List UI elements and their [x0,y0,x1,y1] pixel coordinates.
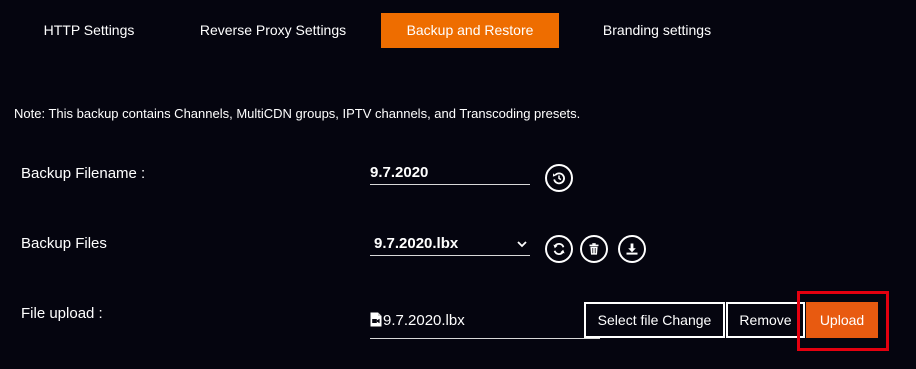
upload-highlight-box [797,291,889,351]
tab-http-settings[interactable]: HTTP Settings [20,13,158,48]
refresh-icon [553,243,565,255]
backup-filename-value: 9.7.2020 [370,164,429,181]
file-upload-field[interactable]: 9.7.2020.lbx [370,304,600,339]
backup-note: Note: This backup contains Channels, Mul… [14,106,581,121]
settings-tabs: HTTP Settings Reverse Proxy Settings Bac… [0,13,916,48]
download-icon [626,243,638,255]
backup-filename-input[interactable]: 9.7.2020 [370,164,530,185]
backup-filename-label: Backup Filename : [21,165,146,182]
tab-reverse-proxy-settings[interactable]: Reverse Proxy Settings [187,13,359,48]
backup-files-label: Backup Files [21,235,107,252]
file-upload-label: File upload : [21,305,103,322]
tab-backup-and-restore[interactable]: Backup and Restore [381,13,559,48]
file-video-icon [370,312,382,327]
download-backup-button[interactable] [618,235,646,263]
tab-branding-settings[interactable]: Branding settings [585,13,729,48]
delete-backup-button[interactable] [580,235,608,263]
refresh-button[interactable] [545,235,573,263]
select-file-change-button[interactable]: Select file Change [584,302,725,338]
backup-files-selected: 9.7.2020.lbx [374,235,459,252]
uploaded-file-name: 9.7.2020.lbx [383,312,465,329]
restore-icon [552,172,565,185]
chevron-down-icon [517,241,527,248]
backup-files-select[interactable]: 9.7.2020.lbx [370,235,530,256]
restore-button[interactable] [545,164,573,192]
remove-file-button[interactable]: Remove [726,302,805,338]
trash-icon [589,243,599,255]
